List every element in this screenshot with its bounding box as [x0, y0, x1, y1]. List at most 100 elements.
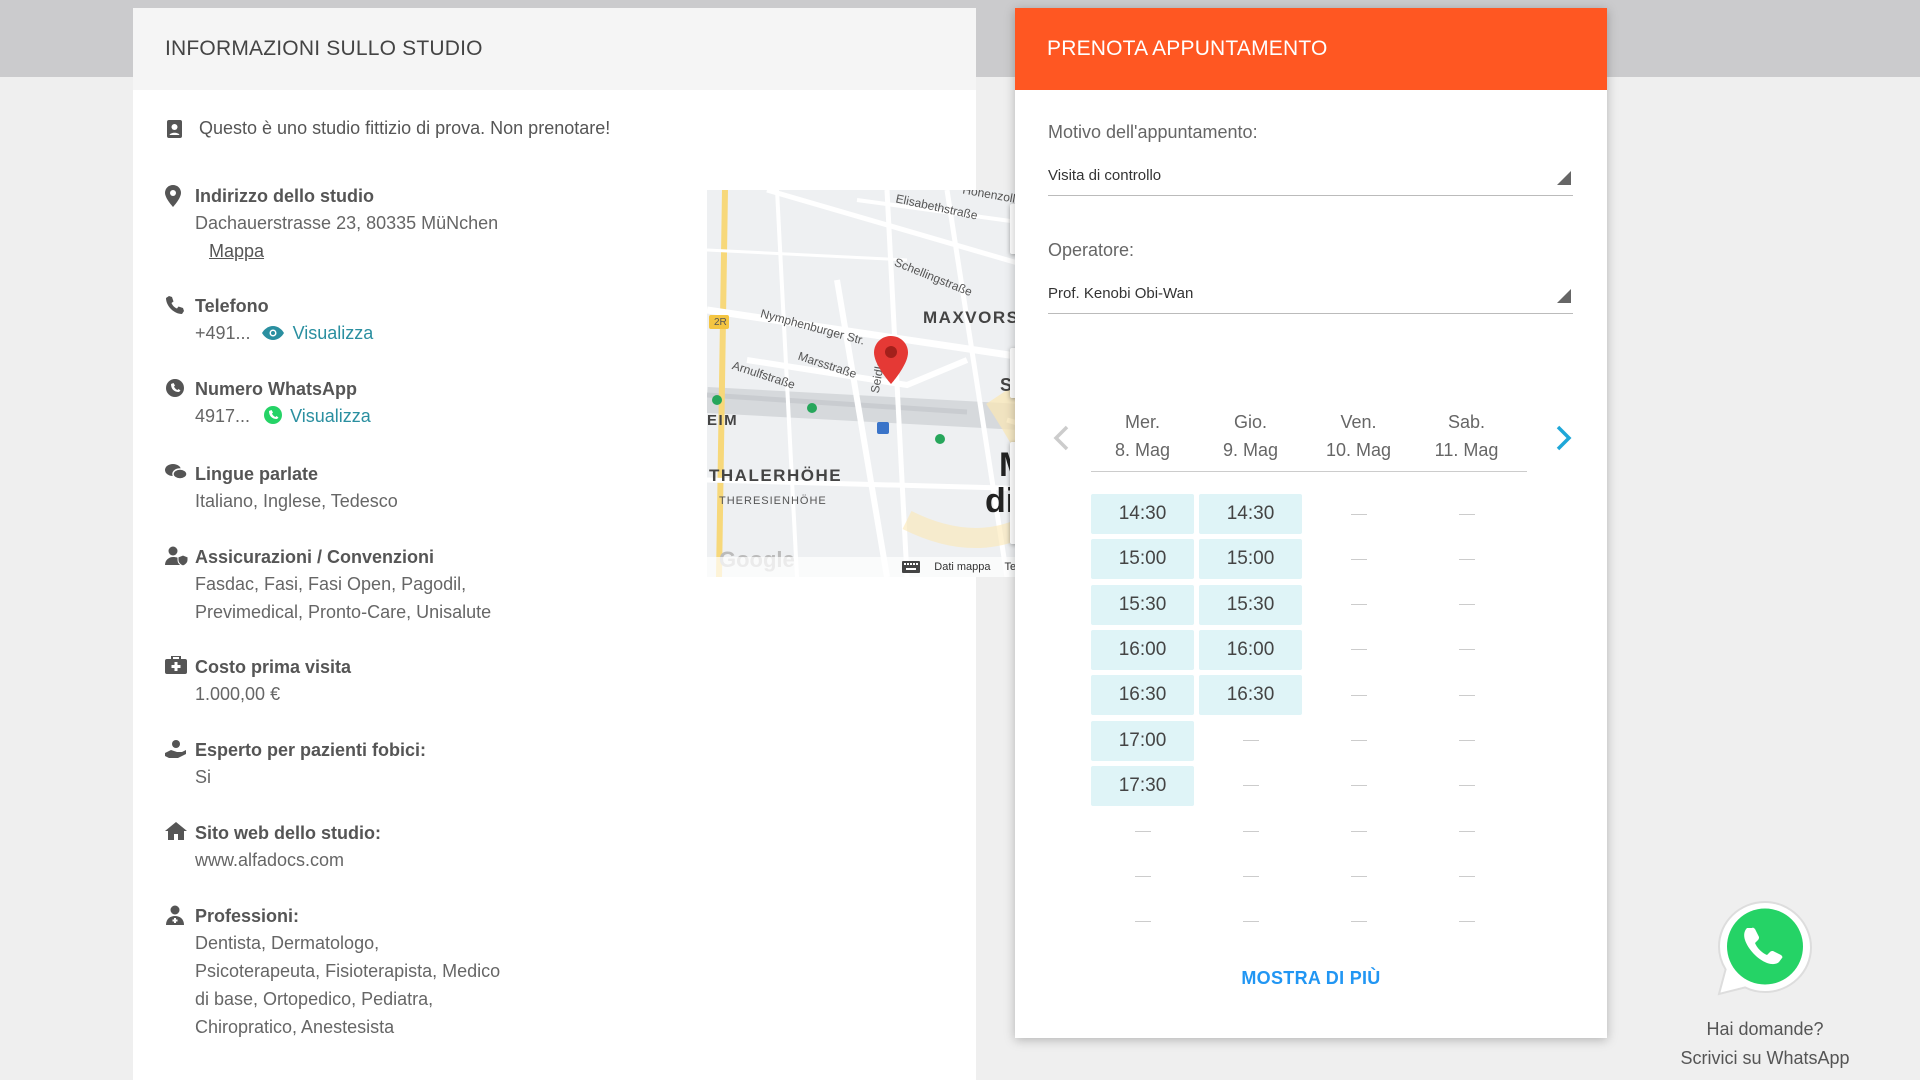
hand-holding-user-icon [165, 740, 186, 758]
insurance-item: Assicurazioni / Convenzioni Fasdac, Fasi… [165, 544, 491, 626]
chat-bubbles-icon [165, 464, 188, 480]
empty-slot [1307, 811, 1410, 851]
empty-slot [1307, 856, 1410, 896]
time-slot-button[interactable]: 15:00 [1199, 539, 1302, 580]
time-slot-button[interactable]: 14:30 [1199, 494, 1302, 534]
map-link[interactable]: Mappa [209, 241, 264, 261]
address-title: Indirizzo dello studio [195, 186, 374, 206]
day-name: Ven. [1340, 412, 1377, 432]
professions-item: Professioni: Dentista, Dermatologo, Psic… [165, 903, 500, 1041]
time-slot-button[interactable]: 15:30 [1091, 584, 1194, 625]
info-panel-title: INFORMAZIONI SULLO STUDIO [133, 8, 976, 90]
time-slot-button[interactable]: 17:30 [1091, 765, 1194, 806]
day-date: 8. Mag [1114, 440, 1171, 460]
phone-title: Telefono [195, 296, 269, 316]
whatsapp-number-title: Numero WhatsApp [195, 379, 357, 399]
keyboard-icon[interactable] [902, 561, 921, 573]
empty-slot [1307, 494, 1410, 534]
map-marker-icon[interactable] [874, 336, 908, 384]
empty-slot [1307, 630, 1410, 670]
booking-title: PRENOTA APPUNTAMENTO [1015, 8, 1607, 90]
chevron-right-icon[interactable] [1556, 425, 1572, 451]
show-whatsapp-link[interactable]: Visualizza [290, 406, 371, 426]
reason-select[interactable]: Visita di controllo [1048, 156, 1573, 196]
day-name: Sab. [1447, 412, 1486, 432]
eye-icon [261, 326, 284, 340]
day-name: Mer. [1124, 412, 1160, 432]
empty-slot [1415, 539, 1518, 579]
contact-book-icon [167, 119, 182, 138]
home-icon [165, 822, 187, 840]
professions-line-2: Psicoterapeuta, Fisioterapista, Medico [195, 961, 501, 981]
languages-title: Lingue parlate [195, 464, 319, 484]
empty-slot [1415, 811, 1518, 851]
cost-item: Costo prima visita 1.000,00 € [165, 654, 351, 708]
dropdown-arrow-icon [1557, 171, 1571, 185]
time-slot-button[interactable]: 15:30 [1199, 584, 1302, 625]
empty-slot [1415, 902, 1518, 942]
phobic-title: Esperto per pazienti fobici: [195, 740, 427, 760]
operator-select[interactable]: Prof. Kenobi Obi-Wan [1048, 274, 1573, 314]
phone-item: Telefono +491... Visualizza [165, 293, 373, 347]
time-slot-button[interactable]: 16:00 [1199, 629, 1302, 670]
professions-line-1: Dentista, Dermatologo, [195, 933, 380, 953]
empty-slot [1307, 585, 1410, 625]
whatsapp-outline-icon [166, 379, 184, 397]
whatsapp-icon[interactable] [1715, 898, 1815, 998]
address-value: Dachauerstrasse 23, 80335 MüNchen [195, 213, 499, 233]
address-item: Indirizzo dello studio Dachauerstrasse 2… [165, 183, 498, 265]
day-date: 9. Mag [1222, 440, 1279, 460]
day-date: 11. Mag [1434, 440, 1499, 460]
whatsapp-widget[interactable]: Hai domande? Scrivici su WhatsApp [1660, 898, 1870, 1073]
empty-slot [1307, 902, 1410, 942]
day-headers: Mer. 8. Mag Gio. 9. Mag Ven. 10. Mag Sab… [1091, 408, 1527, 472]
insurance-line-1: Fasdac, Fasi, Fasi Open, Pagodil, [195, 574, 467, 594]
empty-slot [1091, 902, 1194, 942]
time-slot-button[interactable]: 16:30 [1199, 675, 1302, 716]
map-data-link[interactable]: Dati mappa [934, 561, 990, 573]
operator-label: Operatore: [1048, 240, 1135, 260]
whatsapp-widget-line-1: Hai domande? [1706, 1019, 1824, 1039]
medical-kit-icon [165, 655, 187, 674]
cost-value: 1.000,00 € [195, 684, 281, 704]
reason-label: Motivo dell'appuntamento: [1048, 122, 1258, 142]
time-slot-button[interactable]: 17:00 [1091, 720, 1194, 761]
day-name: Gio. [1233, 412, 1267, 432]
phone-icon [166, 296, 184, 314]
languages-item: Lingue parlate Italiano, Inglese, Tedesc… [165, 461, 398, 515]
chevron-left-icon[interactable] [1053, 425, 1069, 451]
whatsapp-number-value: 4917... [195, 406, 251, 426]
empty-slot [1091, 811, 1194, 851]
empty-slot [1307, 675, 1410, 715]
empty-slot [1415, 856, 1518, 896]
test-notice: Questo è uno studio fittizio di prova. N… [165, 118, 610, 139]
notice-text: Questo è uno studio fittizio di prova. N… [199, 118, 611, 138]
time-slot-button[interactable]: 16:30 [1091, 675, 1194, 716]
day-date: 10. Mag [1325, 440, 1392, 460]
show-more-button[interactable]: MOSTRA DI PIÙ [1015, 968, 1607, 989]
empty-slot [1415, 721, 1518, 761]
booking-panel: PRENOTA APPUNTAMENTO Motivo dell'appunta… [1015, 8, 1607, 1038]
day-header-thu: Gio. 9. Mag [1199, 408, 1302, 464]
website-value[interactable]: www.alfadocs.com [195, 846, 381, 874]
show-phone-link[interactable]: Visualizza [293, 323, 374, 343]
operator-selected-value: Prof. Kenobi Obi-Wan [1048, 285, 1194, 302]
professions-line-3: di base, Ortopedico, Pediatra, [195, 989, 434, 1009]
empty-slot [1307, 539, 1410, 579]
empty-slot [1199, 721, 1302, 761]
time-slot-button[interactable]: 16:00 [1091, 629, 1194, 670]
day-header-sat: Sab. 11. Mag [1415, 408, 1518, 464]
empty-slot [1415, 630, 1518, 670]
reason-selected-value: Visita di controllo [1048, 167, 1162, 184]
dropdown-arrow-icon [1557, 289, 1571, 303]
empty-slot [1199, 811, 1302, 851]
cost-title: Costo prima visita [195, 657, 352, 677]
location-pin-icon [165, 185, 181, 207]
empty-slot [1199, 856, 1302, 896]
phobic-item: Esperto per pazienti fobici: Si [165, 737, 426, 791]
time-slot-button[interactable]: 14:30 [1091, 494, 1194, 534]
whatsapp-number-item: Numero WhatsApp 4917... Visualizza [165, 376, 371, 430]
insurance-title: Assicurazioni / Convenzioni [195, 547, 435, 567]
empty-slot [1199, 902, 1302, 942]
time-slot-button[interactable]: 15:00 [1091, 539, 1194, 580]
